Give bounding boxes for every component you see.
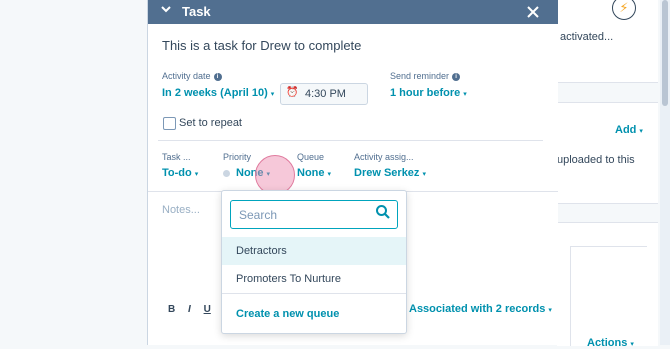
- search-field[interactable]: [230, 200, 398, 229]
- task-panel-header: Task: [148, 0, 558, 24]
- task-title-input[interactable]: This is a task for Drew to complete: [162, 38, 361, 53]
- time-value: 4:30 PM: [305, 88, 346, 100]
- background-card-4: [570, 246, 647, 346]
- chevron-down-icon[interactable]: [161, 4, 171, 17]
- header-title: Task: [182, 4, 211, 19]
- close-icon[interactable]: [526, 0, 540, 24]
- activity-assigned-label: Activity assig...: [354, 152, 414, 162]
- info-icon: i: [213, 72, 222, 81]
- search-icon[interactable]: [375, 204, 391, 225]
- background-card-attachments: [557, 102, 658, 204]
- divider: [222, 293, 406, 294]
- queue-option-promoters[interactable]: Promoters To Nurture: [222, 265, 406, 293]
- bold-button[interactable]: B: [168, 304, 175, 315]
- task-type-dropdown[interactable]: To-do ▾: [162, 167, 198, 179]
- notes-input[interactable]: Notes...: [162, 204, 200, 216]
- activity-assigned-dropdown[interactable]: Drew Serkez ▾: [354, 167, 426, 179]
- task-type-label: Task ...: [162, 152, 191, 162]
- divider: [158, 140, 543, 141]
- activated-text: activated...: [560, 31, 614, 43]
- add-link[interactable]: Add ▾: [615, 124, 643, 136]
- background-left: [0, 0, 147, 345]
- associated-records-dropdown[interactable]: Associated with 2 records ▾: [409, 303, 552, 315]
- activity-date-dropdown[interactable]: In 2 weeks (April 10) ▾: [162, 87, 274, 99]
- set-to-repeat-label: Set to repeat: [179, 117, 242, 129]
- text-format-toolbar: B I U: [168, 304, 221, 315]
- queue-label: Queue: [297, 152, 325, 162]
- actions-link[interactable]: Actions ▾: [587, 337, 634, 349]
- underline-button[interactable]: U: [204, 304, 211, 315]
- queue-dropdown[interactable]: None ▾: [297, 167, 331, 179]
- send-reminder-label: Send reminder i: [390, 71, 461, 81]
- alarm-clock-icon: ⏰: [286, 87, 299, 98]
- info-icon: i: [452, 72, 461, 81]
- create-new-queue-link[interactable]: Create a new queue: [236, 308, 339, 320]
- priority-label: Priority: [223, 152, 252, 162]
- italic-button[interactable]: I: [188, 304, 191, 315]
- priority-dot-icon: [223, 169, 230, 177]
- search-input[interactable]: [237, 206, 369, 224]
- uploaded-text: uploaded to this: [557, 154, 635, 166]
- time-input[interactable]: ⏰ 4:30 PM: [280, 83, 368, 105]
- activity-date-label: Activity date i: [162, 71, 222, 81]
- scrollbar-thumb[interactable]: [662, 0, 668, 106]
- cursor-highlight: [255, 155, 295, 195]
- send-reminder-dropdown[interactable]: 1 hour before ▾: [390, 87, 467, 99]
- queue-dropdown-menu: Detractors Promoters To Nurture Create a…: [221, 190, 407, 334]
- set-to-repeat-checkbox[interactable]: [163, 117, 176, 130]
- queue-option-detractors[interactable]: Detractors: [222, 237, 406, 265]
